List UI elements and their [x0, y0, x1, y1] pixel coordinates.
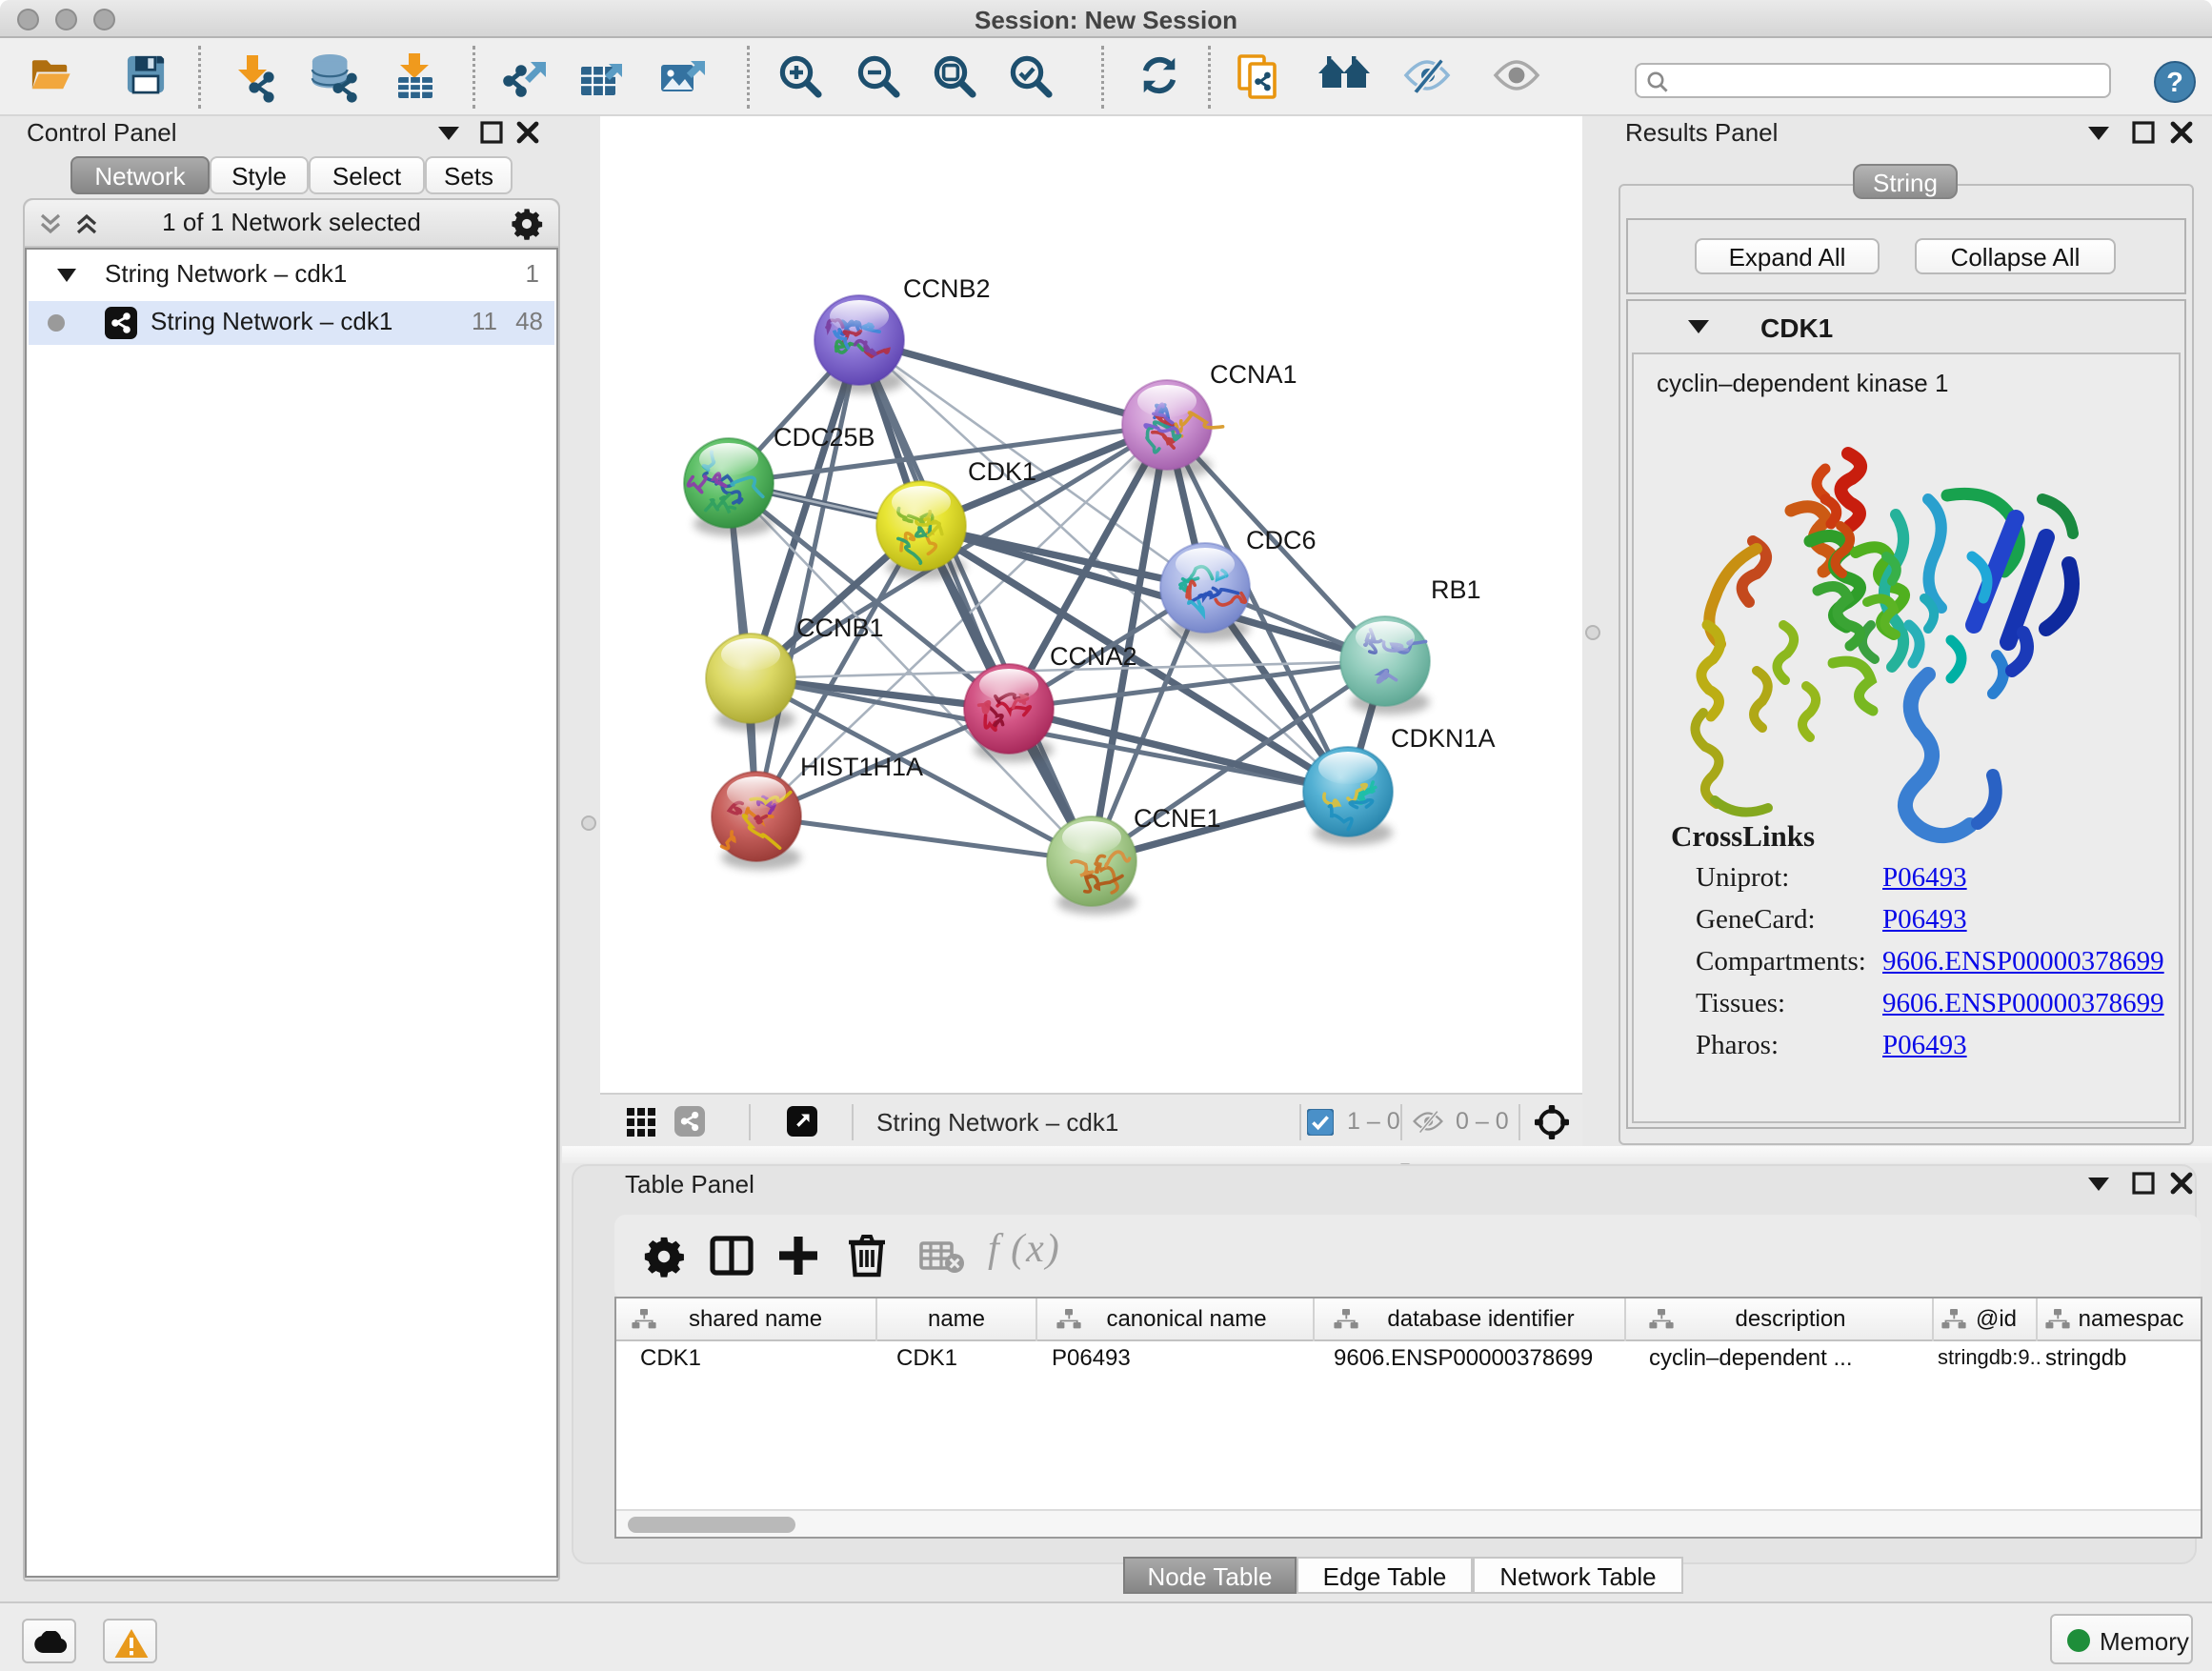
- svg-text:RB1: RB1: [1431, 575, 1481, 604]
- svg-text:CDK1: CDK1: [968, 457, 1036, 486]
- svg-text:?: ?: [2166, 68, 2183, 98]
- svg-text:CDKN1A: CDKN1A: [1391, 724, 1496, 753]
- svg-text:CDC25B: CDC25B: [774, 423, 875, 452]
- svg-text:CCNB2: CCNB2: [903, 274, 991, 303]
- svg-text:CCNA1: CCNA1: [1210, 360, 1297, 389]
- svg-text:CCNB1: CCNB1: [796, 614, 884, 642]
- svg-text:CCNA2: CCNA2: [1050, 642, 1137, 671]
- svg-text:CDC6: CDC6: [1246, 526, 1317, 554]
- svg-text:CCNE1: CCNE1: [1134, 804, 1221, 833]
- svg-text:HIST1H1A: HIST1H1A: [800, 753, 923, 781]
